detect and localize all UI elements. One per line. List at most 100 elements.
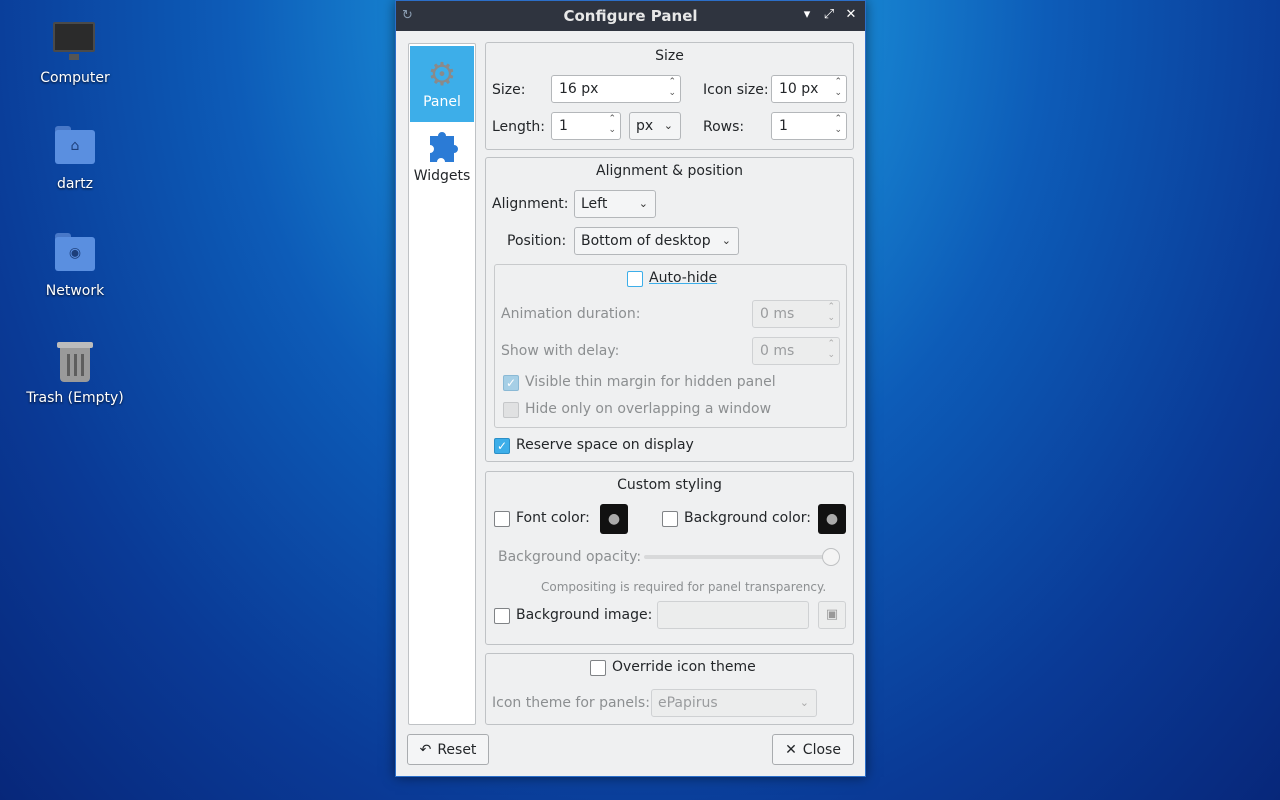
font-color-button[interactable]: ●	[600, 504, 628, 534]
size-label: Size:	[492, 82, 526, 98]
color-drop-icon: ●	[607, 511, 621, 527]
icon-theme-label: Icon theme for panels:	[492, 695, 650, 711]
size-group: Size Size: 16 px ⌃ ⌄ Icon size: 10 px ⌃ ⌄ …	[485, 42, 854, 150]
title-bar[interactable]: ↻ Configure Panel ▾ ⤢ ✕	[396, 1, 865, 31]
icon-size-value: 10 px	[779, 81, 819, 97]
close-icon[interactable]: ✕	[843, 6, 859, 24]
sidebar-item-label: Widgets	[413, 168, 471, 184]
image-browse-icon[interactable]: ▣	[818, 601, 846, 629]
trash-icon	[51, 338, 99, 386]
position-value: Bottom of desktop	[581, 233, 711, 249]
chevron-down-icon: ⌄	[721, 234, 731, 247]
desktop-icon-home-folder[interactable]: ⌂ dartz	[20, 124, 130, 192]
size-group-title: Size	[655, 48, 684, 64]
maximize-icon[interactable]: ⤢	[821, 6, 837, 24]
chevron-down-icon: ⌄	[638, 197, 648, 210]
thin-margin-label: Visible thin margin for hidden panel	[525, 374, 776, 390]
color-drop-icon: ●	[825, 511, 839, 527]
icon-size-spinbox[interactable]: 10 px ⌃ ⌄	[771, 75, 847, 103]
styling-group-title: Custom styling	[617, 477, 722, 493]
spin-arrows-icon[interactable]: ⌃ ⌄	[834, 77, 842, 99]
thin-margin-checkbox[interactable]: ✓	[503, 375, 519, 391]
desktop-icon-computer[interactable]: Computer	[20, 18, 130, 86]
animation-duration-spinbox[interactable]: 0 ms ⌃ ⌄	[752, 300, 840, 328]
app-icon: ↻	[402, 8, 413, 23]
length-label: Length:	[492, 119, 546, 135]
spin-arrows-icon[interactable]: ⌃ ⌄	[827, 339, 835, 361]
desktop-icon-label: dartz	[56, 176, 94, 192]
spin-arrows-icon[interactable]: ⌃ ⌄	[608, 114, 616, 136]
network-folder-icon: ◉	[51, 231, 99, 279]
desktop-icon-trash[interactable]: Trash (Empty)	[20, 338, 130, 406]
icon-theme-group: Override icon theme Icon theme for panel…	[485, 653, 854, 725]
length-value: 1	[559, 118, 568, 134]
autohide-label[interactable]: Auto-hide	[649, 270, 717, 286]
sidebar-item-widgets[interactable]: Widgets	[410, 122, 474, 198]
alignment-group-title: Alignment & position	[596, 163, 743, 179]
puzzle-icon	[410, 128, 474, 168]
custom-styling-group: Custom styling Font color: ● Background …	[485, 471, 854, 645]
spin-arrows-icon[interactable]: ⌃ ⌄	[668, 77, 676, 99]
configure-panel-window: ↻ Configure Panel ▾ ⤢ ✕ ⚙ Panel Widgets …	[395, 0, 866, 777]
rows-value: 1	[779, 118, 788, 134]
position-combo[interactable]: Bottom of desktop ⌄	[574, 227, 739, 255]
window-title: Configure Panel	[563, 7, 698, 25]
sidebar-item-label: Panel	[423, 94, 461, 110]
close-button[interactable]: ✕ Close	[772, 734, 854, 765]
autohide-checkbox[interactable]	[627, 271, 643, 287]
home-folder-icon: ⌂	[51, 124, 99, 172]
override-icon-theme-checkbox[interactable]	[590, 660, 606, 676]
rows-spinbox[interactable]: 1 ⌃ ⌄	[771, 112, 847, 140]
minimize-icon[interactable]: ▾	[799, 6, 815, 24]
spin-arrows-icon[interactable]: ⌃ ⌄	[834, 114, 842, 136]
override-icon-theme-label: Override icon theme	[612, 659, 756, 675]
length-unit-combo[interactable]: px ⌄	[629, 112, 681, 140]
icon-theme-combo[interactable]: ePapirus ⌄	[651, 689, 817, 717]
background-color-checkbox[interactable]	[662, 511, 678, 527]
icon-theme-value: ePapirus	[658, 695, 718, 711]
sidebar-item-panel[interactable]: ⚙ Panel	[410, 46, 474, 122]
computer-icon	[51, 18, 99, 66]
alignment-value: Left	[581, 196, 608, 212]
compositing-note: Compositing is required for panel transp…	[541, 580, 827, 594]
font-color-label: Font color:	[516, 510, 590, 526]
animation-duration-value: 0 ms	[760, 306, 795, 322]
desktop-icon-label: Network	[45, 283, 105, 299]
close-label: Close	[802, 741, 841, 758]
size-spinbox[interactable]: 16 px ⌃ ⌄	[551, 75, 681, 103]
background-image-checkbox[interactable]	[494, 608, 510, 624]
autohide-frame: Auto-hide Animation duration: 0 ms ⌃ ⌄ Sh…	[494, 264, 847, 428]
sidebar: ⚙ Panel Widgets	[408, 43, 476, 725]
alignment-combo[interactable]: Left ⌄	[574, 190, 656, 218]
font-color-checkbox[interactable]	[494, 511, 510, 527]
icon-size-label: Icon size:	[703, 82, 769, 98]
show-delay-value: 0 ms	[760, 343, 795, 359]
background-color-label: Background color:	[684, 510, 811, 526]
rows-label: Rows:	[703, 119, 745, 135]
gear-icon: ⚙	[427, 55, 457, 93]
show-delay-spinbox[interactable]: 0 ms ⌃ ⌄	[752, 337, 840, 365]
reserve-space-label: Reserve space on display	[516, 437, 694, 453]
length-spinbox[interactable]: 1 ⌃ ⌄	[551, 112, 621, 140]
overlap-label: Hide only on overlapping a window	[525, 401, 772, 417]
reserve-space-checkbox[interactable]: ✓	[494, 438, 510, 454]
close-icon: ✕	[785, 741, 797, 758]
spin-arrows-icon[interactable]: ⌃ ⌄	[827, 302, 835, 324]
length-unit-value: px	[636, 118, 654, 134]
show-delay-label: Show with delay:	[501, 343, 620, 359]
animation-duration-label: Animation duration:	[501, 306, 641, 322]
reset-label: Reset	[437, 741, 477, 758]
background-color-button[interactable]: ●	[818, 504, 846, 534]
background-opacity-slider[interactable]	[644, 555, 840, 559]
background-opacity-label: Background opacity:	[498, 549, 642, 565]
desktop-icon-network[interactable]: ◉ Network	[20, 231, 130, 299]
chevron-down-icon: ⌄	[663, 119, 673, 132]
position-label: Position:	[507, 233, 567, 249]
overlap-checkbox[interactable]	[503, 402, 519, 418]
reset-button[interactable]: ↶ Reset	[407, 734, 489, 765]
alignment-label: Alignment:	[492, 196, 569, 212]
alignment-position-group: Alignment & position Alignment: Left ⌄ P…	[485, 157, 854, 462]
background-image-label: Background image:	[516, 607, 653, 623]
background-image-field[interactable]	[657, 601, 809, 629]
slider-handle[interactable]	[822, 548, 840, 566]
